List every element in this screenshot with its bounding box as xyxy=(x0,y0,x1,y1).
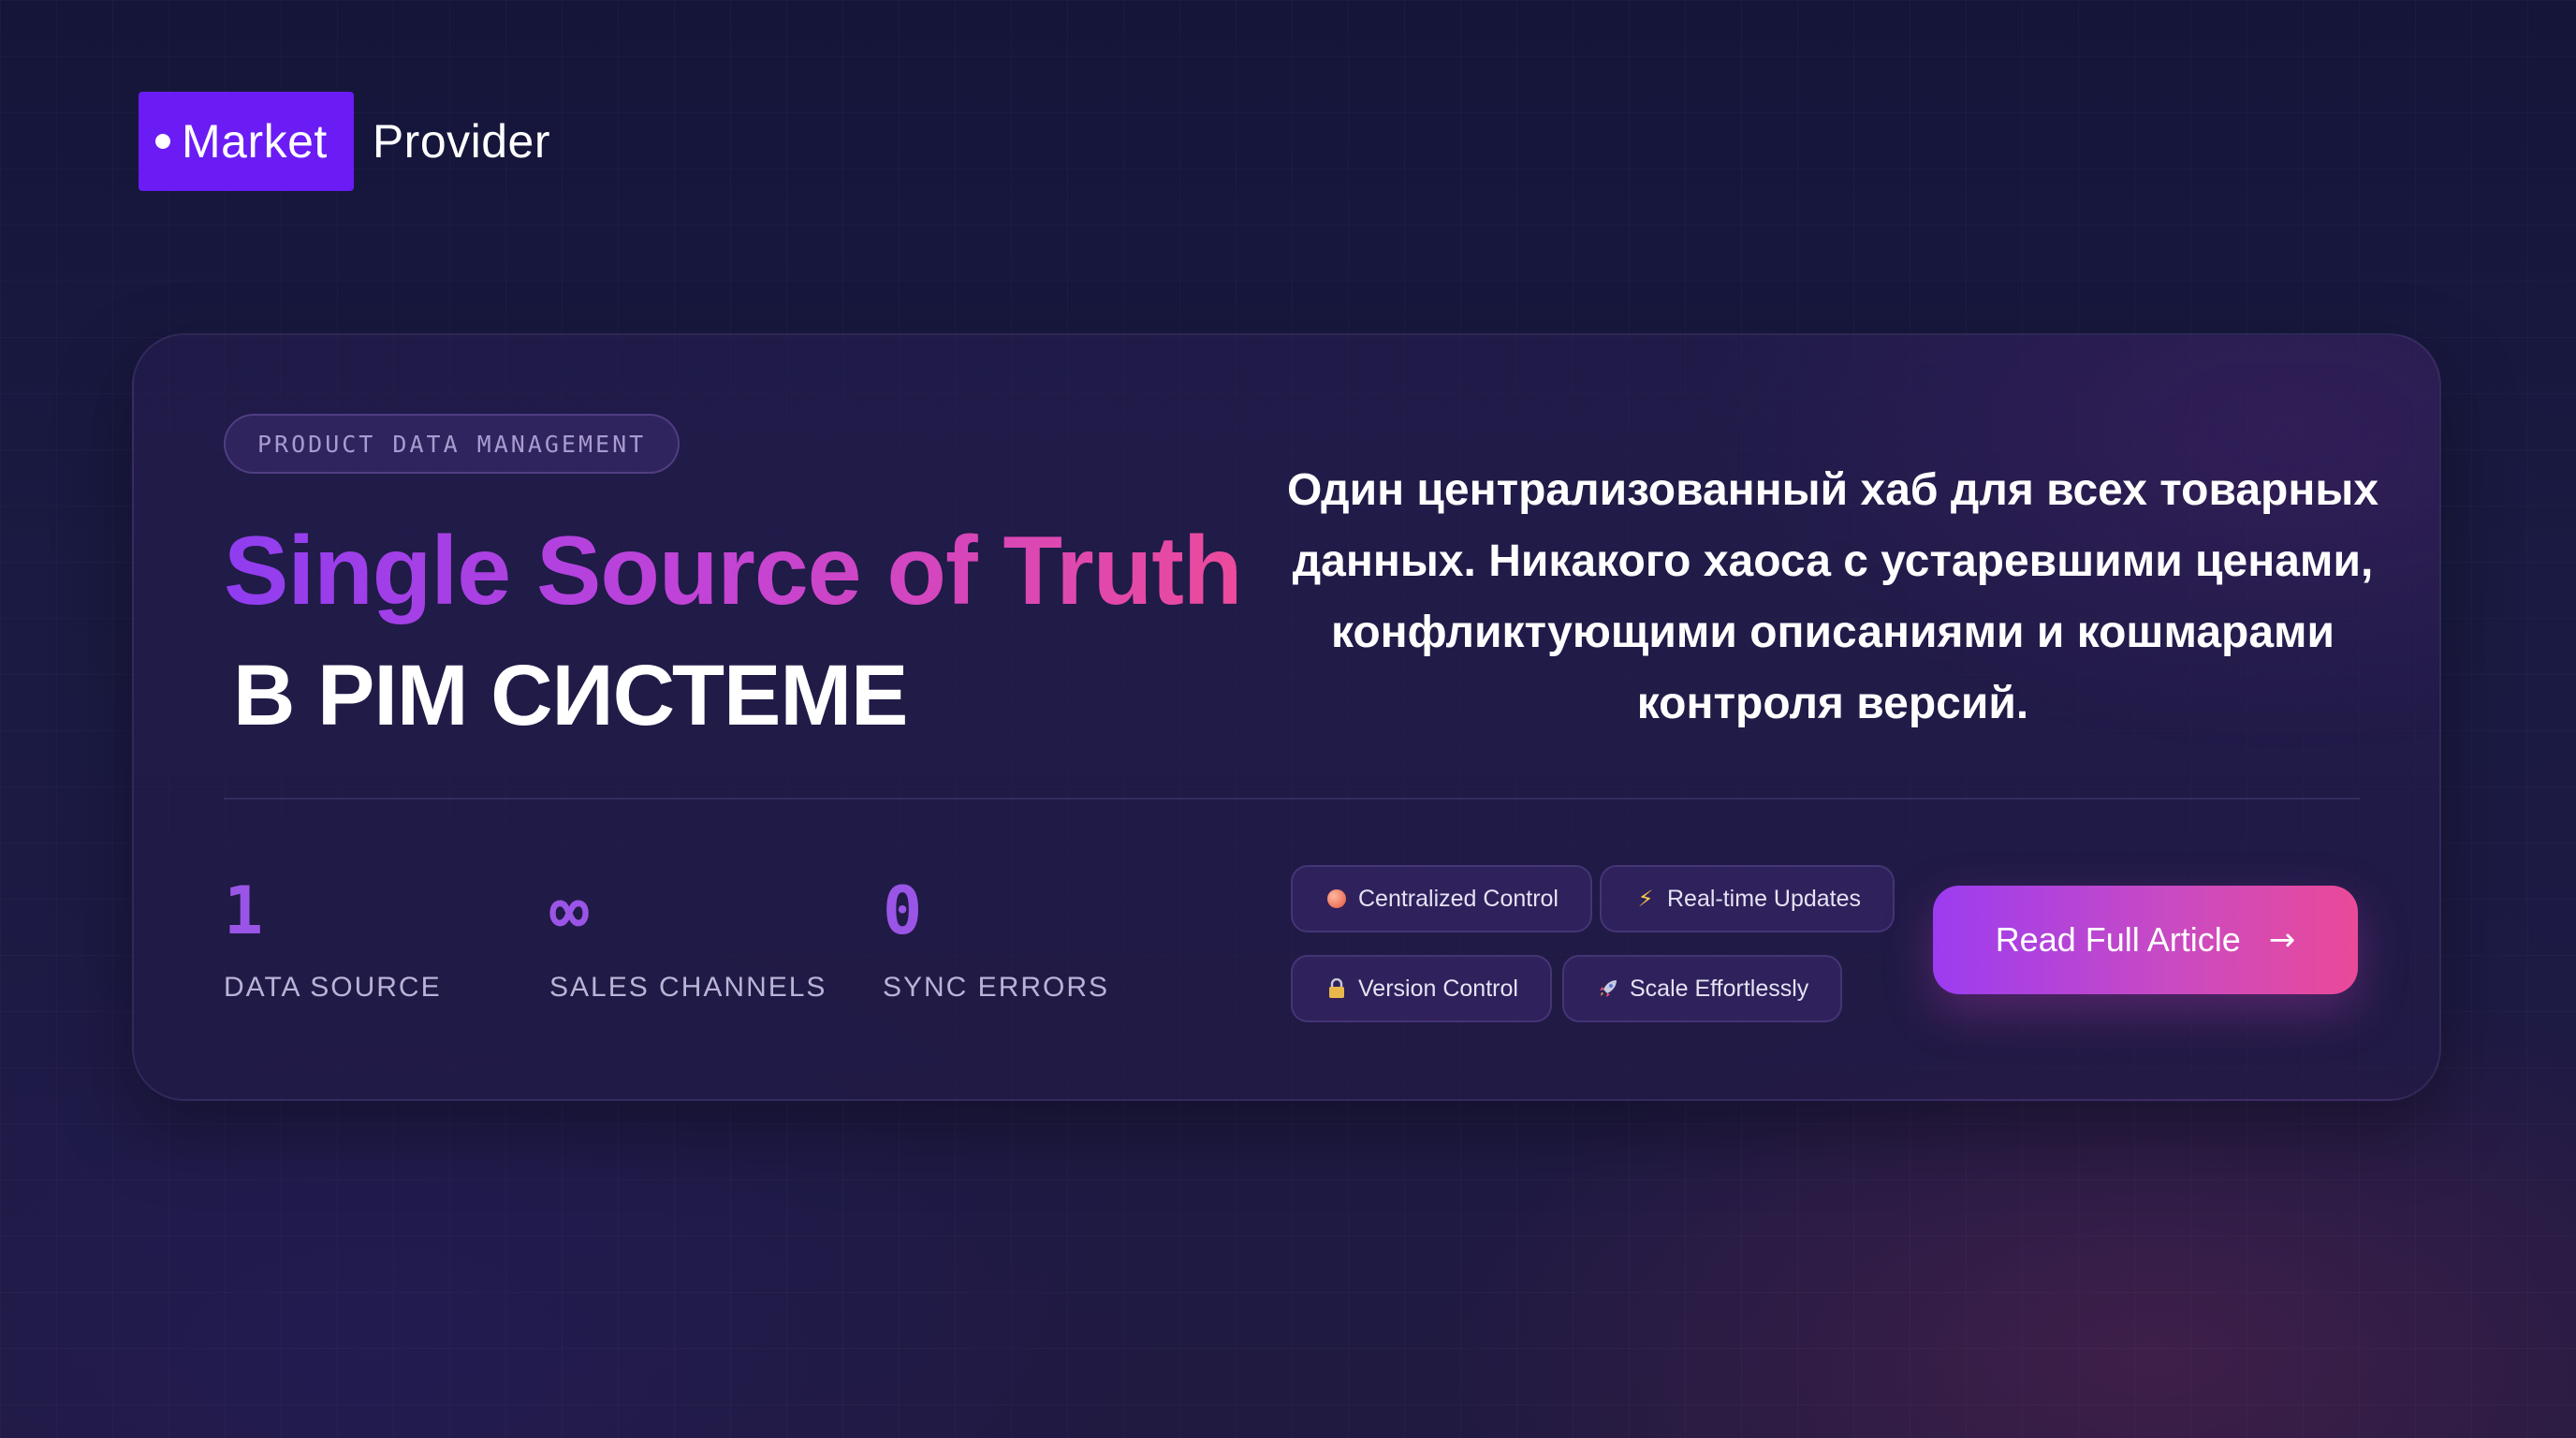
feature-chip-scale-effortlessly: Scale Effortlessly xyxy=(1562,955,1843,1022)
stat-value: 1 xyxy=(224,873,264,949)
stat-label: DATA SOURCE xyxy=(224,972,442,1003)
stat-label: SALES CHANNELS xyxy=(549,972,827,1003)
red-dot-icon xyxy=(1325,889,1349,908)
read-full-article-button[interactable]: Read Full Article → xyxy=(1933,886,2358,994)
stat-value: ∞ xyxy=(549,873,590,949)
hero-card: PRODUCT DATA MANAGEMENT Single Source of… xyxy=(132,333,2441,1101)
feature-chip-label: Real-time Updates xyxy=(1667,885,1862,912)
feature-chip-version-control: Version Control xyxy=(1291,955,1552,1022)
feature-chip-label: Scale Effortlessly xyxy=(1630,975,1809,1002)
feature-chip-realtime-updates: ⚡ Real-time Updates xyxy=(1600,865,1895,932)
category-tag: PRODUCT DATA MANAGEMENT xyxy=(224,414,681,474)
brand-logo[interactable]: Market Provider xyxy=(139,92,550,191)
brand-name: Provider xyxy=(372,115,550,168)
stat-sync-errors: 0 SYNC ERRORS xyxy=(883,878,1109,1004)
feature-chip-centralized-control: Centralized Control xyxy=(1291,865,1592,932)
subheadline: В PIM СИСТЕМЕ xyxy=(233,648,908,743)
lock-icon xyxy=(1325,978,1349,999)
stat-data-source: 1 DATA SOURCE xyxy=(224,878,442,1004)
description: Один централизованный хаб для всех товар… xyxy=(1286,465,2379,728)
brand-badge-label: Market xyxy=(182,115,328,168)
brand-dot-icon xyxy=(155,134,170,149)
feature-chip-label: Centralized Control xyxy=(1358,885,1559,912)
stat-sales-channels: ∞ SALES CHANNELS xyxy=(549,878,827,1004)
category-tag-label: PRODUCT DATA MANAGEMENT xyxy=(257,430,647,458)
lightning-icon: ⚡ xyxy=(1637,886,1654,912)
feature-chip-label: Version Control xyxy=(1358,975,1518,1002)
headline: Single Source of Truth xyxy=(224,513,1242,630)
divider xyxy=(224,798,2360,800)
brand-badge: Market xyxy=(139,92,354,191)
arrow-right-icon: → xyxy=(2268,921,2296,959)
stat-label: SYNC ERRORS xyxy=(883,972,1110,1003)
stat-value: 0 xyxy=(883,873,923,949)
rocket-icon xyxy=(1596,978,1620,999)
read-full-article-label: Read Full Article xyxy=(1995,920,2241,959)
